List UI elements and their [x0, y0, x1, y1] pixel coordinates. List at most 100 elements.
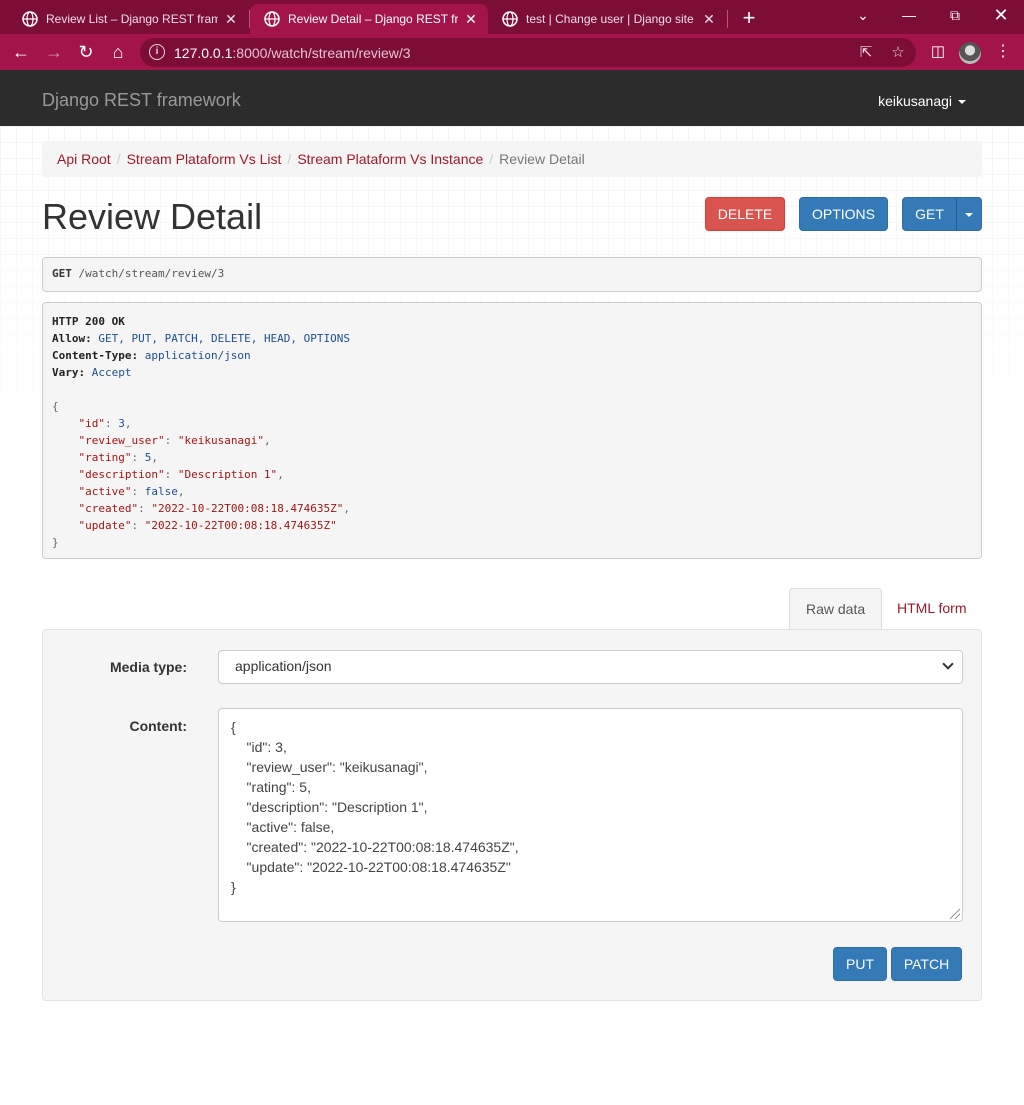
json-key: "update"	[78, 519, 132, 532]
put-button[interactable]: PUT	[833, 947, 887, 981]
drf-navbar: Django REST framework keikusanagi	[0, 70, 1024, 126]
response-header-value: Accept	[91, 366, 132, 379]
forward-icon[interactable]: →	[42, 40, 66, 64]
close-icon[interactable]: ✕	[700, 11, 718, 28]
json-colon: :	[131, 451, 145, 464]
close-icon[interactable]: ✕	[222, 11, 240, 28]
menu-kebab-icon[interactable]: ⋮	[991, 40, 1015, 64]
site-info-icon[interactable]: i	[149, 44, 165, 60]
content-line: "review_user": "keikusanagi",	[231, 759, 428, 775]
url-path: :8000/watch/stream/review/3	[232, 45, 411, 61]
breadcrumb-stream-instance[interactable]: Stream Plataform Vs Instance	[297, 151, 483, 167]
side-panel-icon[interactable]: ◫	[926, 40, 950, 64]
breadcrumb-separator: /	[116, 151, 121, 167]
content-label: Content:	[129, 718, 187, 734]
json-colon: :	[138, 502, 152, 515]
json-comma: ,	[277, 468, 284, 481]
reload-icon[interactable]: ↻	[74, 40, 98, 64]
content-line: "rating": 5,	[231, 779, 311, 795]
get-button[interactable]: GET	[902, 197, 957, 231]
json-comma: ,	[124, 417, 132, 430]
breadcrumb-api-root[interactable]: Api Root	[57, 151, 111, 167]
form-tabs: Raw data HTML form	[0, 588, 1024, 630]
json-colon: :	[164, 434, 178, 447]
content-textarea[interactable]: { "id": 3, "review_user": "keikusanagi",…	[218, 708, 963, 922]
delete-button[interactable]: DELETE	[705, 197, 785, 231]
response-header-name: Vary:	[52, 366, 86, 379]
close-window-icon[interactable]: ✕	[978, 0, 1024, 30]
home-icon[interactable]: ⌂	[106, 40, 130, 64]
profile-avatar[interactable]	[959, 42, 981, 64]
response-header-value: application/json	[144, 349, 251, 362]
get-format-dropdown[interactable]	[956, 197, 982, 231]
username: keikusanagi	[878, 93, 952, 109]
globe-icon	[264, 11, 280, 27]
json-colon: :	[105, 417, 119, 430]
tab-search-icon[interactable]: ⌄	[840, 0, 886, 30]
content-line: "active": false,	[231, 819, 335, 835]
json-colon: :	[164, 468, 178, 481]
response-header-name: Content-Type:	[52, 349, 139, 362]
resize-handle-icon[interactable]	[950, 909, 960, 919]
breadcrumb-separator: /	[489, 151, 494, 167]
json-value: "Description 1"	[177, 468, 278, 481]
content-line: "description": "Description 1",	[231, 799, 428, 815]
url-text: 127.0.0.1:8000/watch/stream/review/3	[174, 45, 411, 61]
json-key: "created"	[78, 502, 139, 515]
browser-tab-change-user[interactable]: test | Change user | Django site a ✕	[488, 4, 726, 34]
minimize-icon[interactable]: —	[886, 0, 932, 30]
breadcrumb-stream-list[interactable]: Stream Plataform Vs List	[127, 151, 282, 167]
browser-tab-title: Review List – Django REST framew	[46, 12, 218, 26]
close-icon[interactable]: ✕	[462, 11, 480, 28]
raw-data-form: Media type: application/json Content: { …	[42, 629, 982, 1001]
chevron-down-icon	[942, 658, 954, 670]
json-key: "rating"	[78, 451, 132, 464]
content-line: "created": "2022-10-22T00:08:18.474635Z"…	[231, 839, 519, 855]
media-type-select[interactable]: application/json	[218, 650, 963, 684]
browser-tab-title: Review Detail – Django REST fran	[288, 12, 458, 26]
tab-divider	[727, 10, 728, 28]
response-info: HTTP 200 OK Allow: GET, PUT, PATCH, DELE…	[42, 302, 982, 559]
bookmark-star-icon[interactable]: ☆	[886, 41, 910, 65]
caret-down-icon	[958, 100, 966, 105]
globe-icon	[22, 11, 38, 27]
json-comma: ,	[177, 485, 185, 498]
url-host: 127.0.0.1	[174, 45, 233, 61]
json-brace: {	[52, 400, 59, 413]
request-path: /watch/stream/review/3	[78, 267, 225, 280]
new-tab-button[interactable]: +	[736, 5, 762, 31]
json-key: "active"	[78, 485, 132, 498]
response-status: HTTP 200 OK	[52, 315, 125, 328]
tab-html-form[interactable]: HTML form	[881, 588, 982, 630]
content-line: }	[231, 879, 236, 895]
json-colon: :	[131, 485, 145, 498]
address-bar[interactable]: i 127.0.0.1:8000/watch/stream/review/3 ⇱…	[140, 38, 916, 67]
browser-tab-review-list[interactable]: Review List – Django REST framew ✕	[8, 4, 248, 34]
share-icon[interactable]: ⇱	[854, 41, 878, 65]
breadcrumb-current: Review Detail	[499, 151, 585, 167]
back-icon[interactable]: ←	[9, 40, 33, 64]
options-button[interactable]: OPTIONS	[799, 197, 888, 231]
breadcrumb: Api Root / Stream Plataform Vs List / Stream…	[42, 141, 982, 177]
json-value: "2022-10-22T00:08:18.474635Z"	[144, 519, 337, 532]
browser-tab-title: test | Change user | Django site a	[526, 12, 696, 26]
content-line: "id": 3,	[231, 739, 287, 755]
response-json-body: { "id": 3, "review_user": "keikusanagi",…	[52, 400, 350, 549]
browser-tab-review-detail[interactable]: Review Detail – Django REST fran ✕	[250, 4, 488, 34]
restore-icon[interactable]: ⧉	[932, 0, 978, 30]
request-info: GET /watch/stream/review/3	[42, 257, 982, 292]
user-dropdown[interactable]: keikusanagi	[878, 93, 966, 109]
globe-icon	[502, 11, 518, 27]
json-colon: :	[131, 519, 145, 532]
brand-title[interactable]: Django REST framework	[42, 90, 241, 111]
tab-raw-data[interactable]: Raw data	[789, 588, 883, 630]
browser-toolbar: ← → ↻ ⌂ i 127.0.0.1:8000/watch/stream/re…	[0, 34, 1024, 70]
patch-button[interactable]: PATCH	[891, 947, 962, 981]
response-header-name: Allow:	[52, 332, 92, 345]
json-brace: }	[52, 536, 59, 549]
json-key: "id"	[78, 417, 106, 430]
media-type-value: application/json	[235, 658, 332, 674]
page-title: Review Detail	[42, 196, 263, 237]
json-comma: ,	[343, 502, 351, 515]
json-value: "2022-10-22T00:08:18.474635Z"	[151, 502, 344, 515]
